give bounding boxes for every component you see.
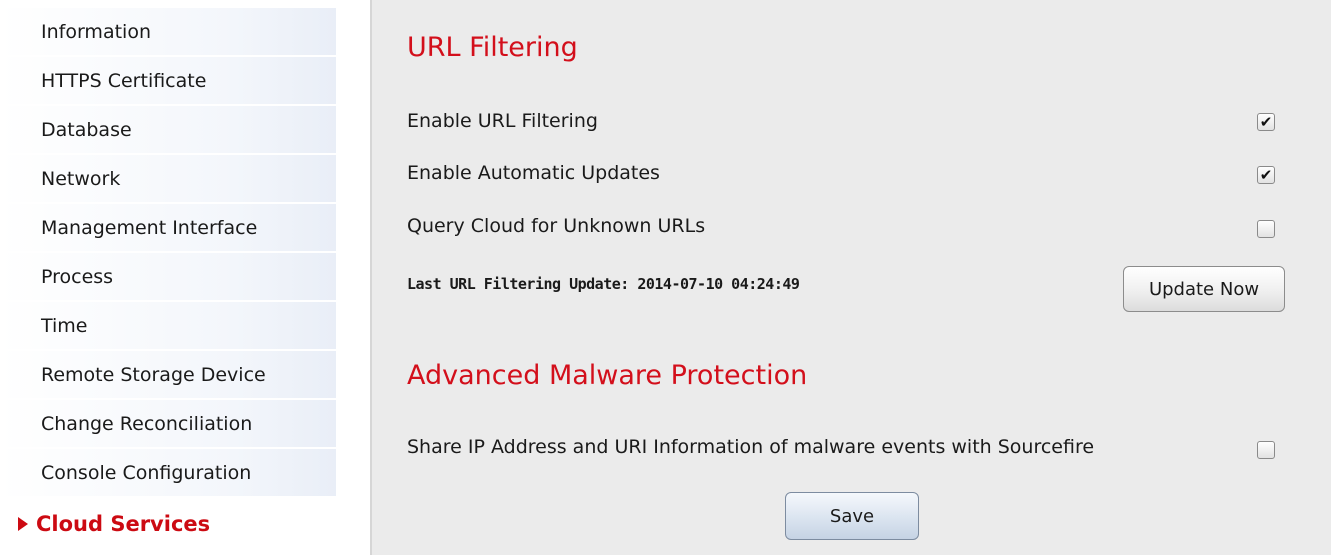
main-content: URL Filtering Enable URL Filtering ✔ Ena… (372, 0, 1331, 555)
checkmark-icon: ✔ (1259, 112, 1273, 131)
sidebar-item-cloud-services[interactable]: Cloud Services (0, 500, 336, 548)
update-now-button[interactable]: Update Now (1123, 266, 1285, 312)
sidebar-item-network[interactable]: Network (0, 155, 336, 203)
enable-url-filtering-checkbox[interactable]: ✔ (1257, 113, 1275, 131)
sidebar-item-time[interactable]: Time (0, 302, 336, 350)
sidebar-item-label: Console Configuration (41, 461, 252, 484)
query-cloud-checkbox[interactable] (1257, 220, 1275, 238)
sidebar-item-console-configuration[interactable]: Console Configuration (0, 449, 336, 497)
sidebar-item-label: Cloud Services (36, 511, 211, 536)
sidebar-item-remote-storage-device[interactable]: Remote Storage Device (0, 351, 336, 399)
sidebar-item-label: Remote Storage Device (41, 363, 266, 386)
sidebar-item-label: Time (41, 314, 88, 337)
query-cloud-label: Query Cloud for Unknown URLs (407, 215, 706, 237)
sidebar-item-information[interactable]: Information (0, 8, 336, 56)
sidebar-item-label: Information (41, 20, 151, 43)
sidebar-item-label: Change Reconciliation (41, 412, 253, 435)
checkmark-icon: ✔ (1259, 165, 1273, 184)
enable-url-filtering-label: Enable URL Filtering (407, 110, 598, 132)
sidebar-item-https-certificate[interactable]: HTTPS Certificate (0, 57, 336, 105)
sidebar-item-database[interactable]: Database (0, 106, 336, 154)
amp-title: Advanced Malware Protection (407, 360, 808, 391)
url-filtering-title: URL Filtering (407, 32, 578, 63)
sidebar-item-label: Management Interface (41, 216, 258, 239)
sidebar-item-label: Process (41, 265, 114, 288)
save-button[interactable]: Save (785, 492, 919, 540)
enable-automatic-updates-label: Enable Automatic Updates (407, 162, 660, 184)
sidebar-item-process[interactable]: Process (0, 253, 336, 301)
enable-automatic-updates-checkbox[interactable]: ✔ (1257, 166, 1275, 184)
sidebar-item-management-interface[interactable]: Management Interface (0, 204, 336, 252)
share-ip-label: Share IP Address and URI Information of … (407, 436, 1095, 458)
share-ip-checkbox[interactable] (1257, 441, 1275, 459)
last-update-text: Last URL Filtering Update: 2014-07-10 04… (407, 275, 800, 293)
sidebar-nav: Information HTTPS Certificate Database N… (0, 0, 336, 555)
sidebar-item-change-reconciliation[interactable]: Change Reconciliation (0, 400, 336, 448)
sidebar-item-label: Network (41, 167, 121, 190)
sidebar-item-label: Database (41, 118, 132, 141)
sidebar-item-label: HTTPS Certificate (41, 69, 207, 92)
caret-right-icon (18, 516, 28, 531)
